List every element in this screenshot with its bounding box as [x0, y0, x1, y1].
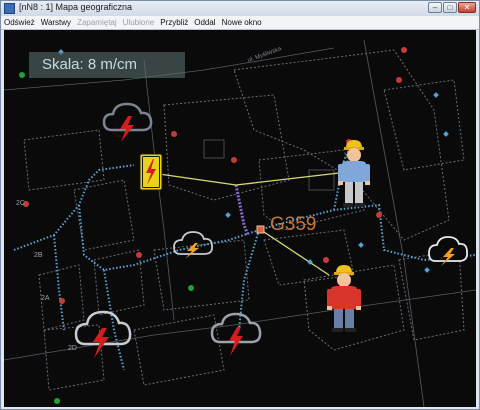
window-title: [nN8 : 1] Mapa geograficzna	[19, 2, 133, 12]
menu-favorites: Ulubione	[122, 18, 155, 27]
maximize-button[interactable]: □	[443, 2, 457, 13]
scale-panel: Skala: 8 m/cm	[29, 52, 185, 78]
close-button[interactable]: ✕	[458, 2, 476, 13]
menu-layers[interactable]: Warstwy	[38, 18, 74, 27]
plot-label: 2D	[68, 345, 77, 352]
menu-new-window[interactable]: Nowe okno	[219, 18, 265, 27]
storm-cloud-icon[interactable]	[102, 102, 153, 142]
storm-cloud-icon[interactable]	[74, 310, 132, 358]
menu-bar: Odśwież Warstwy Zapamiętaj Ulubione Przy…	[1, 16, 479, 30]
network-nodes	[19, 47, 449, 404]
map-window: [nN8 : 1] Mapa geograficzna – □ ✕ Odświe…	[0, 0, 480, 410]
menu-refresh[interactable]: Odśwież	[1, 18, 38, 27]
window-controls: – □ ✕	[427, 2, 476, 15]
menu-zoom-out[interactable]: Oddal	[191, 18, 218, 27]
plot-label: 2A	[41, 295, 50, 302]
transformer-station-icon[interactable]	[256, 225, 265, 234]
scale-label: Skala: 8 m/cm	[42, 56, 138, 73]
storm-cloud-icon[interactable]	[210, 312, 262, 356]
cloud-lightning-icon[interactable]	[173, 231, 213, 259]
station-label: G359	[270, 214, 317, 235]
menu-zoom-in[interactable]: Przybliż	[157, 18, 191, 27]
plot-label: 2C	[16, 200, 25, 207]
plot-label: 2B	[34, 252, 43, 259]
lightning-warning-icon[interactable]	[139, 153, 163, 191]
app-icon	[4, 3, 15, 14]
minimize-button[interactable]: –	[428, 2, 442, 13]
title-bar[interactable]: [nN8 : 1] Mapa geograficzna – □ ✕	[1, 1, 479, 16]
menu-remember: Zapamiętaj	[77, 18, 117, 27]
map-canvas[interactable]: ul. Myśliwska Skala: 8 m/cm G359 2C 2B 2…	[4, 30, 476, 407]
cloud-lightning-icon[interactable]	[428, 236, 468, 266]
